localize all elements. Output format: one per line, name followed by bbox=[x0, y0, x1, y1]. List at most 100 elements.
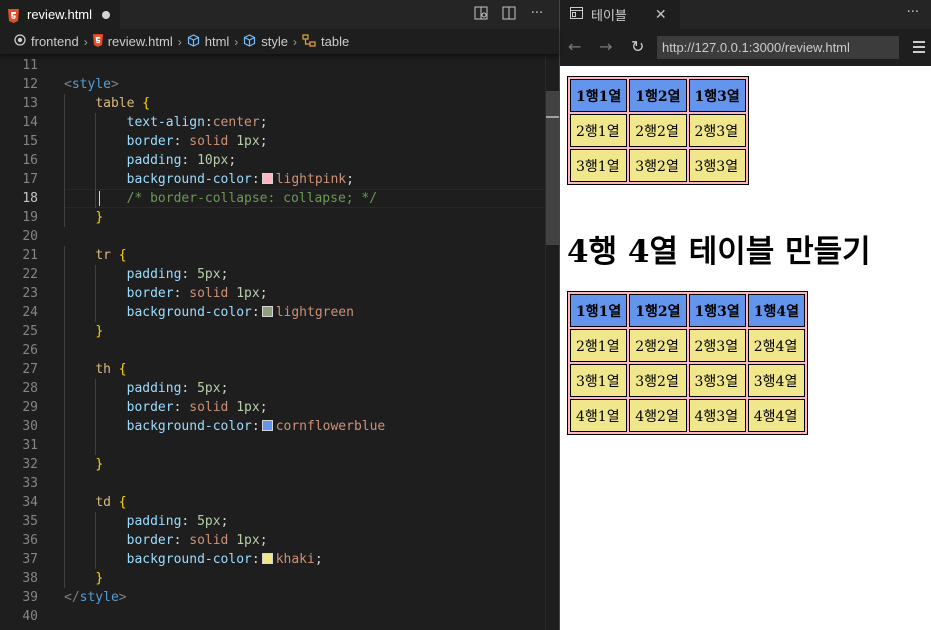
code-line[interactable]: 40 bbox=[0, 607, 545, 626]
code-line[interactable]: 22 padding: 5px; bbox=[0, 265, 545, 284]
more-actions-icon[interactable]: ··· bbox=[907, 5, 919, 20]
forward-arrow-icon[interactable]: → bbox=[599, 37, 612, 56]
browser-preview: 테이블 ✕ ··· ← → ↻ http://127.0.0.1:3000/re… bbox=[560, 0, 931, 630]
table-cell: 3행1열 bbox=[570, 149, 628, 182]
code-line[interactable]: 39 </style> bbox=[0, 588, 545, 607]
indent-guide bbox=[95, 512, 96, 569]
code-line[interactable]: 26 bbox=[0, 341, 545, 360]
table-header-cell: 1행2열 bbox=[629, 79, 687, 112]
breadcrumb-item-table[interactable]: table bbox=[302, 33, 349, 50]
code-line[interactable]: 20 bbox=[0, 227, 545, 246]
table-3x3: 1행1열 1행2열 1행3열 2행1열 2행2열 2행3열 3행1열 3행2열 3행3열 bbox=[567, 76, 749, 185]
folder-target-icon bbox=[14, 34, 26, 49]
table-cell: 2행3열 bbox=[688, 329, 746, 362]
code-line[interactable]: 38 } bbox=[0, 569, 545, 588]
code-line[interactable]: 25 } bbox=[0, 322, 545, 341]
color-swatch[interactable] bbox=[261, 420, 273, 431]
code-line[interactable]: 17 background-color: lightpink; bbox=[0, 170, 545, 189]
line-number: 40 bbox=[22, 609, 38, 624]
code-line[interactable]: 12 <style> bbox=[0, 75, 545, 94]
code-line[interactable]: 29 border: solid 1px; bbox=[0, 398, 545, 417]
code-line[interactable]: 27 th { bbox=[0, 360, 545, 379]
code-area[interactable]: 11 12 <style> 13 table {14 text-align:cente… bbox=[0, 55, 545, 630]
line-number: 21 bbox=[22, 248, 38, 263]
table-cell: 3행1열 bbox=[570, 364, 628, 397]
table-cell: 4행1열 bbox=[570, 399, 628, 432]
code-text: } bbox=[95, 210, 104, 225]
preview-tab[interactable]: 테이블 ✕ bbox=[560, 0, 680, 29]
code-text: padding: 5px; bbox=[126, 514, 229, 529]
code-line[interactable]: 30 background-color: cornflowerblue bbox=[0, 417, 545, 436]
breadcrumb-item-frontend[interactable]: frontend bbox=[14, 34, 79, 49]
editor-tab-bar: review.html ··· bbox=[0, 0, 559, 29]
table-header-cell: 1행1열 bbox=[570, 79, 628, 112]
breadcrumb-item-file[interactable]: review.html bbox=[92, 33, 173, 50]
editor-tab-review-html[interactable]: review.html bbox=[0, 0, 120, 29]
back-arrow-icon[interactable]: ← bbox=[568, 37, 581, 56]
table-header-cell: 1행3열 bbox=[688, 79, 746, 112]
line-number: 18 bbox=[22, 191, 38, 206]
table-header-cell: 1행4열 bbox=[747, 294, 805, 327]
code-line[interactable]: 23 border: solid 1px; bbox=[0, 284, 545, 303]
line-number: 12 bbox=[22, 77, 38, 92]
more-actions-icon[interactable]: ··· bbox=[529, 6, 545, 22]
code-line[interactable]: 11 bbox=[0, 56, 545, 75]
unsaved-dot-icon[interactable] bbox=[102, 10, 111, 19]
code-text: tr { bbox=[95, 248, 127, 263]
line-number: 35 bbox=[22, 514, 38, 529]
line-number: 17 bbox=[22, 172, 38, 187]
code-line[interactable]: 36 border: solid 1px; bbox=[0, 531, 545, 550]
code-text: padding: 5px; bbox=[126, 267, 229, 282]
breadcrumb-label: frontend bbox=[31, 34, 79, 49]
color-swatch[interactable] bbox=[261, 173, 273, 184]
line-number: 23 bbox=[22, 286, 38, 301]
code-line[interactable]: 13 table { bbox=[0, 94, 545, 113]
table-row: 3행1열 3행2열 3행3열 3행4열 bbox=[570, 364, 805, 397]
breadcrumb-item-html[interactable]: html bbox=[187, 33, 229, 50]
code-line[interactable]: 34 td { bbox=[0, 493, 545, 512]
line-number: 16 bbox=[22, 153, 38, 168]
color-swatch[interactable] bbox=[261, 553, 273, 564]
address-bar[interactable]: http://127.0.0.1:3000/review.html bbox=[657, 36, 899, 59]
breadcrumb-item-style[interactable]: style bbox=[243, 33, 288, 50]
code-line[interactable]: 21 tr { bbox=[0, 246, 545, 265]
hamburger-menu-icon[interactable] bbox=[913, 41, 925, 56]
code-line[interactable]: 33 bbox=[0, 474, 545, 493]
table-row: 2행1열 2행2열 2행3열 2행4열 bbox=[570, 329, 805, 362]
code-line[interactable]: 15 border: solid 1px; bbox=[0, 132, 545, 151]
code-line[interactable]: 24 background-color: lightgreen bbox=[0, 303, 545, 322]
open-preview-icon[interactable] bbox=[473, 6, 489, 22]
table-cell: 3행3열 bbox=[688, 149, 746, 182]
code-text: background-color: lightgreen bbox=[126, 305, 354, 320]
line-number: 34 bbox=[22, 495, 38, 510]
reload-icon[interactable]: ↻ bbox=[631, 37, 644, 56]
split-editor-icon[interactable] bbox=[501, 6, 517, 22]
table-cell: 2행1열 bbox=[570, 329, 628, 362]
line-number: 33 bbox=[22, 476, 38, 491]
code-line[interactable]: 32 } bbox=[0, 455, 545, 474]
code-line[interactable]: 19 } bbox=[0, 208, 545, 227]
close-icon[interactable]: ✕ bbox=[655, 6, 667, 23]
table-cell: 2행2열 bbox=[629, 114, 687, 147]
breadcrumb-label: review.html bbox=[107, 34, 173, 49]
scrollbar-thumb[interactable] bbox=[546, 91, 560, 245]
code-text: background-color: cornflowerblue bbox=[126, 419, 386, 434]
code-line[interactable]: 14 text-align:center; bbox=[0, 113, 545, 132]
code-line[interactable]: 37 background-color: khaki; bbox=[0, 550, 545, 569]
code-text: td { bbox=[95, 495, 127, 510]
code-text: } bbox=[95, 571, 104, 586]
indent-guide bbox=[95, 379, 96, 455]
code-line[interactable]: 16 padding: 10px; bbox=[0, 151, 545, 170]
color-swatch[interactable] bbox=[261, 306, 273, 317]
code-line[interactable]: 31 bbox=[0, 436, 545, 455]
indent-guide bbox=[95, 265, 96, 322]
line-number: 30 bbox=[22, 419, 38, 434]
line-number: 22 bbox=[22, 267, 38, 282]
code-line[interactable]: 35 padding: 5px; bbox=[0, 512, 545, 531]
editor-scrollbar[interactable] bbox=[545, 55, 560, 630]
text-cursor bbox=[99, 191, 100, 206]
code-line[interactable]: 28 padding: 5px; bbox=[0, 379, 545, 398]
editor-actions: ··· bbox=[473, 6, 545, 22]
code-line[interactable]: 18 /* border-collapse: collapse; */ bbox=[0, 189, 545, 208]
code-text: th { bbox=[95, 362, 127, 377]
